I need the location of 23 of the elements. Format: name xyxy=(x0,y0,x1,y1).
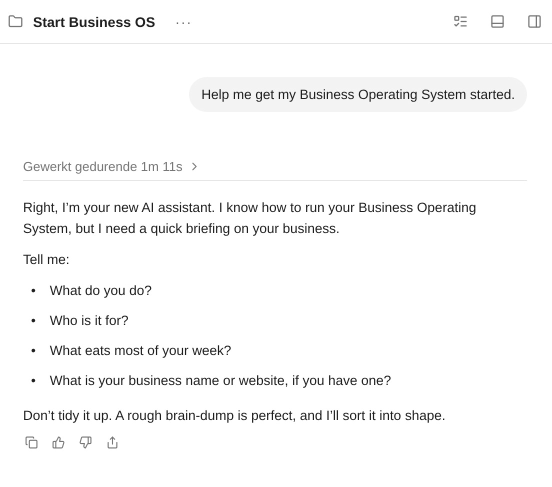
bullet-marker: • xyxy=(31,342,36,360)
reply-paragraph: Don’t tidy it up. A rough brain-dump is perfect, and I’ll sort it into shape. xyxy=(23,407,446,425)
bullet-marker: • xyxy=(31,372,36,390)
bullet-item: What eats most of your week? xyxy=(50,342,232,360)
more-button[interactable]: ··· xyxy=(175,14,192,30)
worked-duration-toggle[interactable]: Gewerkt gedurende 1m 11s xyxy=(23,159,527,181)
thumbs-down-icon[interactable] xyxy=(79,436,92,449)
bullet-marker: • xyxy=(31,312,36,330)
reply-paragraph: Right, I’m your new AI assistant. I know how to run your Business Operating System, but I need a quick briefing on your business. xyxy=(23,199,478,238)
bottom-panel-icon[interactable] xyxy=(490,14,505,29)
side-panel-icon[interactable] xyxy=(527,14,542,29)
bullet-item: What is your business name or website, if you have one? xyxy=(50,372,392,390)
thumbs-up-icon[interactable] xyxy=(52,436,65,449)
user-message: Help me get my Business Operating System started. xyxy=(189,77,527,112)
copy-icon[interactable] xyxy=(25,436,38,449)
bullet-marker: • xyxy=(31,282,36,300)
share-icon[interactable] xyxy=(106,436,119,449)
reply-paragraph: Tell me: xyxy=(23,251,71,269)
bullet-item: Who is it for? xyxy=(50,312,129,330)
folder-icon xyxy=(8,14,23,29)
bullet-item: What do you do? xyxy=(50,282,152,300)
checklist-icon[interactable] xyxy=(453,14,468,29)
chat-title: Start Business OS xyxy=(33,14,156,30)
